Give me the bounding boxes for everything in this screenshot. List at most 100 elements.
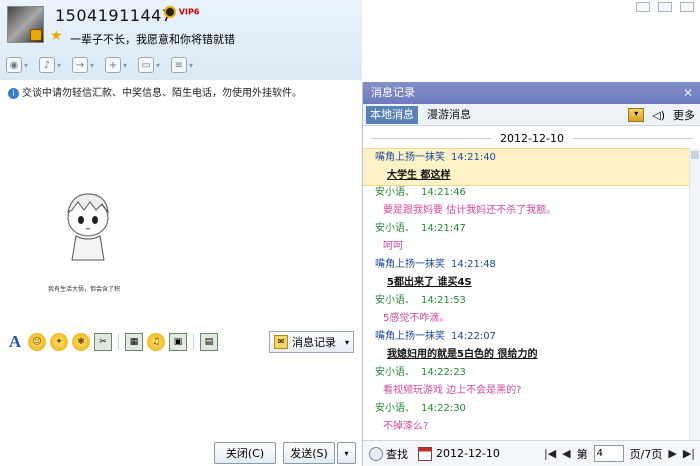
toolbar-add-friend[interactable]: + ▾: [105, 57, 133, 73]
message-time: 14:22:23: [421, 367, 466, 378]
search-button[interactable]: 查找: [386, 446, 408, 462]
message-text: 看视频玩游戏 边上不会是黑的?: [383, 385, 522, 396]
emoji-icon[interactable]: ☺: [28, 333, 46, 351]
history-panel-title: 消息记录 ✕: [363, 82, 700, 104]
tab-roaming-messages[interactable]: 漫游消息: [423, 106, 475, 124]
chevron-down-icon: ▾: [123, 60, 128, 70]
message-item[interactable]: 安小语、 14:22:30 不掉漆么?: [363, 400, 689, 436]
message-sender: 安小语、 14:21:47: [363, 220, 689, 238]
maximize-button[interactable]: [658, 2, 672, 12]
anime-sketch-image: [67, 193, 109, 261]
message-item[interactable]: 嘴角上扬一抹笑 14:21:40 大学生 都这样: [363, 148, 689, 186]
chevron-down-icon: ▾: [24, 60, 29, 70]
last-page-icon[interactable]: ▶|: [683, 447, 695, 460]
message-record-button[interactable]: ✉ 消息记录 ▾: [269, 331, 354, 353]
message-record-label: 消息记录: [292, 336, 336, 349]
message-text: 大学生 都这样: [387, 170, 451, 181]
screenshot-icon[interactable]: ✂: [94, 333, 112, 351]
export-icon[interactable]: ▾: [628, 108, 645, 122]
calendar-icon[interactable]: [418, 446, 432, 461]
chevron-down-icon: ▾: [189, 60, 194, 70]
message-item[interactable]: 安小语、 14:21:53 5感觉不咋滴。: [363, 292, 689, 328]
tab-local-messages[interactable]: 本地消息: [366, 106, 418, 124]
status-badge-icon: [30, 29, 42, 41]
search-icon[interactable]: [369, 446, 383, 461]
message-text: 不掉漆么?: [383, 421, 429, 432]
send-button[interactable]: 发送(S): [283, 442, 335, 464]
sender-name: 安小语、: [375, 403, 415, 414]
message-list[interactable]: 嘴角上扬一抹笑 14:21:40 大学生 都这样安小语、 14:21:46 要是跟我妈要…: [363, 148, 689, 440]
message-time: 14:22:07: [451, 331, 496, 342]
prev-page-icon[interactable]: ◀: [562, 447, 570, 460]
history-tools: ▾ ◁) 更多: [628, 107, 695, 123]
music-icon[interactable]: ♫: [147, 333, 165, 351]
message-item[interactable]: 嘴角上扬一抹笑 14:21:48 5都出来了 谁买4S: [363, 256, 689, 292]
toolbar-send-file[interactable]: → ▾: [72, 57, 100, 73]
message-text: 5感觉不咋滴。: [383, 313, 450, 324]
next-page-icon[interactable]: ▶: [668, 447, 676, 460]
chevron-down-icon: ▾: [57, 60, 62, 70]
toolbox-icon[interactable]: ▤: [200, 333, 218, 351]
divider: [571, 137, 693, 139]
message-time: 14:21:48: [451, 259, 496, 270]
page-number-input[interactable]: 4: [593, 445, 624, 462]
shake-icon[interactable]: ✱: [72, 333, 90, 351]
divider: [118, 334, 119, 350]
history-title-text: 消息记录: [371, 86, 415, 99]
sender-name: 安小语、: [375, 367, 415, 378]
magic-emoji-icon[interactable]: ✦: [50, 333, 68, 351]
contact-qq-number: 15041911447: [55, 6, 173, 25]
camera-icon: ◉: [6, 57, 22, 73]
chat-header: 15041911447 VIP6 ★ 一辈子不长，我愿意和你将错就错 ◉ ▾ ♪ ▾…: [0, 0, 362, 80]
message-text: 呵呵: [383, 241, 403, 252]
chevron-down-icon: ▾: [344, 337, 349, 347]
message-time: 14:21:53: [421, 295, 466, 306]
message-sender: 嘴角上扬一抹笑 14:21:48: [363, 256, 689, 274]
monitor-icon: ▭: [138, 57, 154, 73]
sender-name: 嘴角上扬一抹笑: [375, 152, 445, 163]
message-sender: 嘴角上扬一抹笑 14:21:40: [363, 149, 689, 167]
speaker-icon[interactable]: ◁): [652, 109, 665, 122]
message-time: 14:21:46: [421, 187, 466, 198]
message-item[interactable]: 安小语、 14:22:23 看视频玩游戏 边上不会是黑的?: [363, 364, 689, 400]
message-item[interactable]: 嘴角上扬一抹笑 14:22:07 我媳妇用的就是5白色的 很给力的: [363, 328, 689, 364]
scrollbar[interactable]: [689, 148, 700, 440]
toolbar-remote-assist[interactable]: ▭ ▾: [138, 57, 166, 73]
vip-badge[interactable]: VIP6: [164, 6, 199, 18]
more-button[interactable]: 更多: [673, 107, 695, 123]
send-file-icon: →: [72, 57, 88, 73]
message-text: 5都出来了 谁买4S: [387, 277, 472, 288]
chat-display-area[interactable]: 我有生活大悟，但会含了积: [0, 100, 362, 325]
sender-name: 安小语、: [375, 187, 415, 198]
page-suffix: 页/7页: [629, 447, 663, 461]
close-icon[interactable]: ✕: [683, 82, 693, 104]
message-item[interactable]: 安小语、 14:21:46 要是跟我妈要 估计我妈还不杀了我额。: [363, 184, 689, 220]
close-button[interactable]: 关闭(C): [214, 442, 276, 464]
toolbar-more[interactable]: ≡ ▾: [171, 57, 199, 73]
gift-icon[interactable]: ▣: [169, 333, 187, 351]
first-page-icon[interactable]: |◀: [544, 447, 556, 460]
message-time: 14:21:47: [421, 223, 466, 234]
toolbar-voice-call[interactable]: ♪ ▾: [39, 57, 67, 73]
qq-penguin-icon: [164, 6, 176, 18]
message-input[interactable]: [0, 356, 362, 440]
history-panel: 消息记录 ✕ 本地消息 漫游消息 ▾ ◁) 更多 2012-12-10 嘴角上扬…: [362, 82, 700, 466]
minimize-button[interactable]: [636, 2, 650, 12]
message-sender: 安小语、 14:22:30: [363, 400, 689, 418]
divider: [193, 334, 194, 350]
close-window-button[interactable]: [680, 2, 694, 12]
document-icon: ≡: [171, 57, 187, 73]
sender-name: 嘴角上扬一抹笑: [375, 259, 445, 270]
scroll-thumb[interactable]: [691, 151, 699, 159]
footer-date[interactable]: 2012-12-10: [436, 447, 500, 460]
font-icon[interactable]: A: [6, 332, 24, 351]
image-icon[interactable]: ▦: [125, 333, 143, 351]
message-item[interactable]: 安小语、 14:21:47 呵呵: [363, 220, 689, 256]
toolbar-video-call[interactable]: ◉ ▾: [6, 57, 34, 73]
send-options-dropdown[interactable]: ▾: [337, 442, 356, 464]
page-prefix: 第: [576, 447, 588, 461]
message-sender: 安小语、 14:22:23: [363, 364, 689, 382]
chevron-down-icon: ▾: [90, 60, 95, 70]
message-record-icon: ✉: [274, 335, 288, 349]
message-text: 要是跟我妈要 估计我妈还不杀了我额。: [383, 205, 557, 216]
